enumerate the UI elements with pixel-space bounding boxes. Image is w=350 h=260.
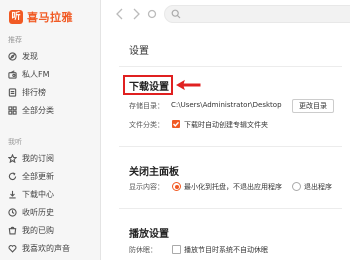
- sidebar-item-updates[interactable]: 全部更新: [8, 169, 54, 183]
- display-content-label: 显示内容：: [129, 183, 164, 191]
- sidebar-item-downloads[interactable]: 下载中心: [8, 187, 54, 201]
- radio-icon: [8, 69, 17, 79]
- sidebar: 听 喜马拉雅 推荐 发现 私人FM 排行榜 全部分类 我听 我的订阅 全部更新 …: [0, 0, 101, 260]
- sidebar-item-label: 我的订阅: [22, 153, 54, 163]
- sidebar-item-label: 排行榜: [22, 87, 46, 97]
- anti-sleep-label: 防休眠：: [129, 246, 157, 254]
- anti-sleep-option-label: 播放节目时系统不自动休眠: [184, 246, 268, 254]
- divider: [119, 208, 342, 209]
- sidebar-item-fm[interactable]: 私人FM: [8, 67, 50, 81]
- ranking-icon: [8, 87, 17, 97]
- search-box[interactable]: [164, 5, 350, 23]
- search-icon: [171, 9, 181, 19]
- forward-button[interactable]: [129, 6, 143, 20]
- history-icon: [8, 207, 17, 217]
- sidebar-item-likes[interactable]: 我喜欢的声音: [8, 241, 70, 255]
- sidebar-item-label: 下载中心: [22, 189, 54, 199]
- sidebar-item-history[interactable]: 收听历史: [8, 205, 54, 219]
- subscribe-icon: [8, 153, 17, 163]
- change-directory-button[interactable]: 更改目录: [292, 99, 334, 113]
- sidebar-item-label: 收听历史: [22, 207, 54, 217]
- settings-page: 设置 下载设置 存储目录： C:\Users\Administrator\Des…: [101, 0, 350, 260]
- playback-settings-heading: 播放设置: [129, 229, 169, 240]
- checkmark-icon: [173, 121, 180, 127]
- category-icon: [8, 105, 17, 115]
- storage-dir-label: 存储目录：: [129, 102, 164, 110]
- album-folder-checkbox[interactable]: [172, 120, 180, 128]
- sidebar-item-label: 我的已购: [22, 225, 54, 235]
- album-folder-option-label: 下载时自动创建专辑文件夹: [184, 121, 268, 129]
- divider: [119, 146, 342, 147]
- file-category-label: 文件分类：: [129, 121, 164, 129]
- sidebar-item-subscriptions[interactable]: 我的订阅: [8, 151, 54, 165]
- minimize-to-tray-radio[interactable]: [172, 182, 181, 191]
- discover-icon: [8, 51, 17, 61]
- top-bar: [101, 0, 350, 28]
- refresh-button[interactable]: [145, 6, 159, 20]
- divider: [119, 66, 342, 67]
- app-logo[interactable]: 听 喜马拉雅: [9, 9, 73, 25]
- sidebar-item-label: 我喜欢的声音: [22, 243, 70, 253]
- back-button[interactable]: [113, 6, 127, 20]
- section-mine-label: 我听: [8, 138, 22, 146]
- annotation-arrow-icon: [175, 79, 201, 91]
- like-icon: [8, 244, 17, 253]
- chevron-right-icon: [133, 8, 140, 20]
- minimize-to-tray-label: 最小化到托盘，不退出应用程序: [184, 183, 282, 191]
- refresh-icon: [147, 9, 157, 19]
- close-panel-heading: 关闭主面板: [129, 167, 179, 178]
- search-input[interactable]: [184, 6, 350, 22]
- section-recommend-label: 推荐: [8, 36, 22, 44]
- anti-sleep-checkbox[interactable]: [172, 245, 181, 254]
- highlight-box: [123, 75, 173, 95]
- sidebar-item-discover[interactable]: 发现: [8, 49, 38, 63]
- update-icon: [8, 171, 17, 180]
- exit-program-label: 退出程序: [304, 183, 332, 191]
- page-title: 设置: [129, 46, 149, 57]
- app-name: 喜马拉雅: [27, 11, 73, 24]
- logo-mark: 听: [9, 10, 23, 24]
- sidebar-item-label: 全部更新: [22, 171, 54, 181]
- sidebar-item-label: 私人FM: [22, 69, 50, 79]
- exit-program-radio[interactable]: [292, 182, 301, 191]
- storage-dir-path: C:\Users\Administrator\Desktop: [171, 101, 282, 109]
- sidebar-item-ranking[interactable]: 排行榜: [8, 85, 46, 99]
- chevron-left-icon: [116, 8, 123, 20]
- sidebar-item-label: 发现: [22, 51, 38, 61]
- download-icon: [9, 190, 16, 198]
- sidebar-item-categories[interactable]: 全部分类: [8, 103, 54, 117]
- purchased-icon: [8, 226, 17, 234]
- sidebar-item-label: 全部分类: [22, 105, 54, 115]
- sidebar-item-purchased[interactable]: 我的已购: [8, 223, 54, 237]
